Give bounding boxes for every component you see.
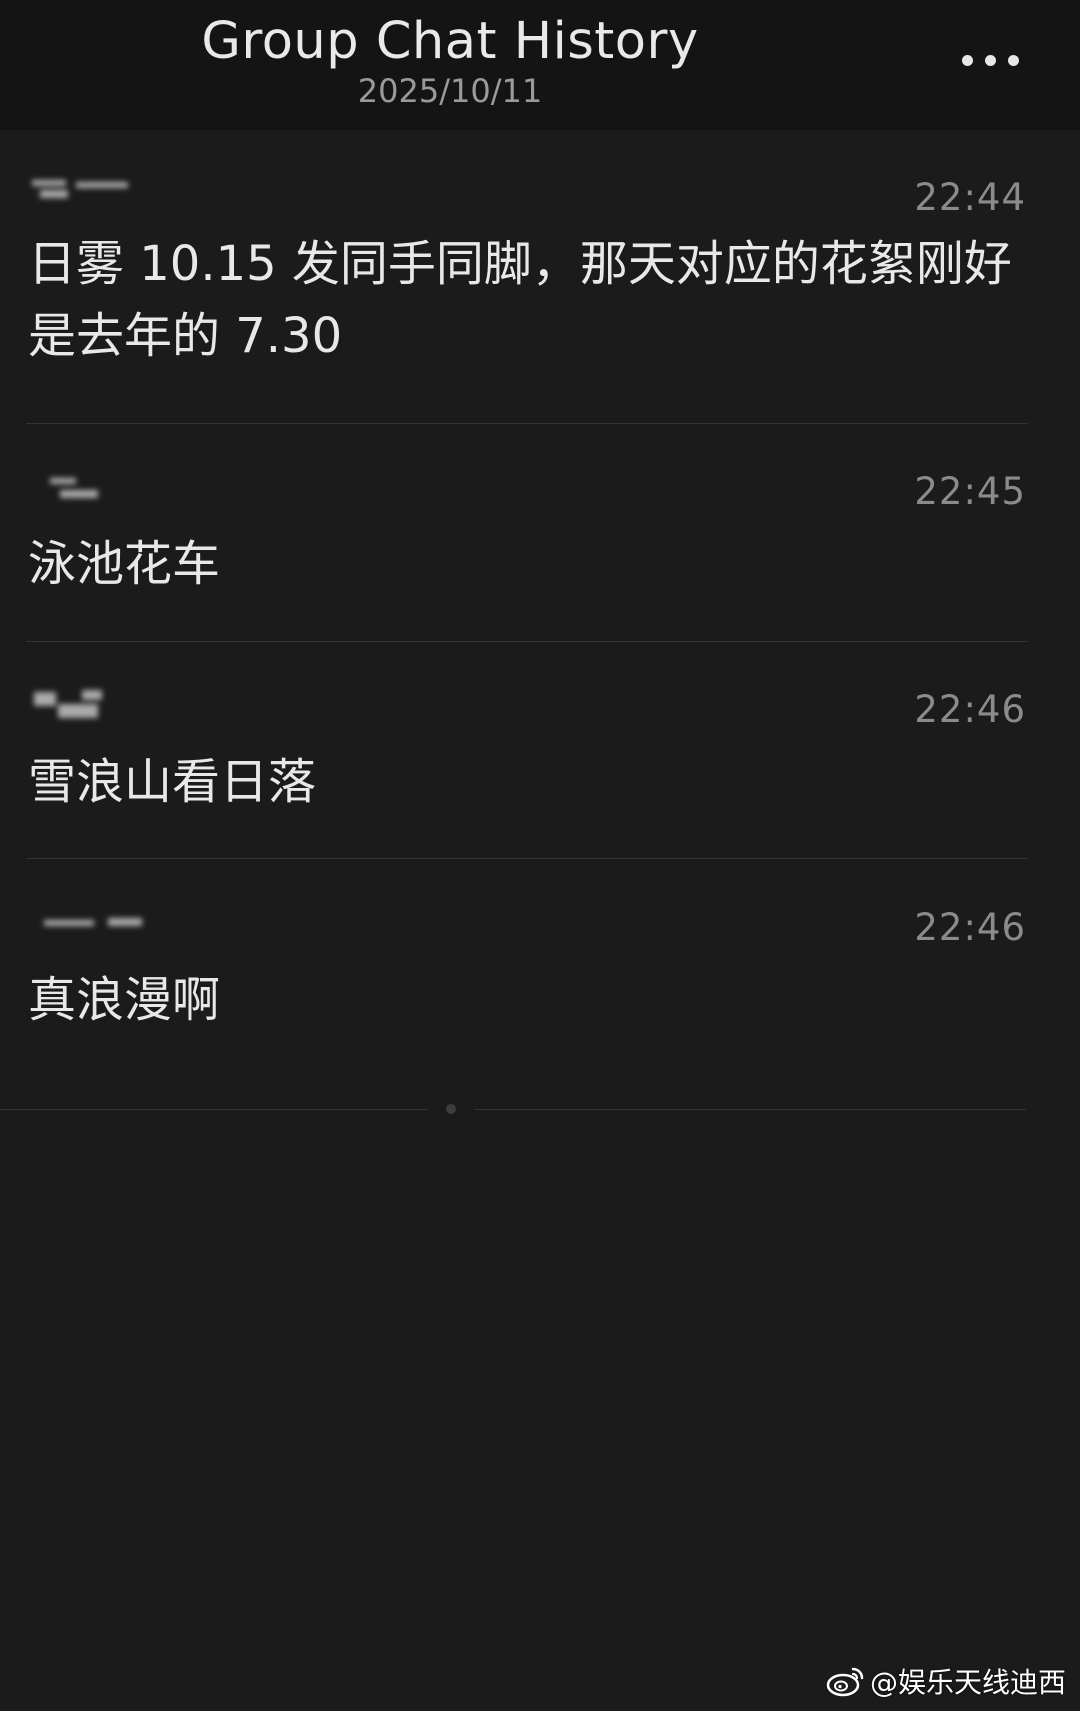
chat-history-header: Group Chat History 2025/10/11	[0, 0, 1080, 130]
weibo-logo-icon	[826, 1667, 864, 1697]
blurred-sender-name	[30, 906, 142, 940]
watermark-text: @娱乐天线迪西	[869, 1666, 1066, 1699]
message-text: 日雾 10.15 发同手同脚，那天对应的花絮刚好是去年的 7.30	[28, 236, 1012, 364]
message-text: 泳池花车	[28, 536, 221, 592]
blurred-sender-name	[30, 176, 140, 210]
end-of-history-dot	[446, 1104, 456, 1114]
message-divider	[26, 858, 1028, 859]
more-options-button[interactable]	[950, 40, 1030, 80]
blurred-sender-name	[30, 470, 140, 504]
message-time: 22:44	[914, 176, 1026, 219]
more-horizontal-icon-dot	[1007, 54, 1019, 66]
message-time: 22:45	[914, 470, 1026, 513]
end-of-history-line	[0, 1109, 428, 1110]
message-time: 22:46	[914, 688, 1026, 731]
message-text: 真浪漫啊	[28, 972, 221, 1028]
message-time: 22:46	[914, 906, 1026, 949]
blurred-sender-name	[30, 688, 140, 722]
watermark: @娱乐天线迪西	[826, 1661, 1066, 1701]
end-of-history-line	[474, 1109, 1026, 1110]
header-date: 2025/10/11	[357, 72, 543, 110]
message-divider	[26, 423, 1028, 424]
page-title: Group Chat History	[201, 12, 699, 71]
more-horizontal-icon-dot	[984, 54, 996, 66]
more-horizontal-icon	[961, 54, 973, 66]
message-divider	[26, 641, 1028, 642]
message-text: 雪浪山看日落	[28, 754, 317, 810]
